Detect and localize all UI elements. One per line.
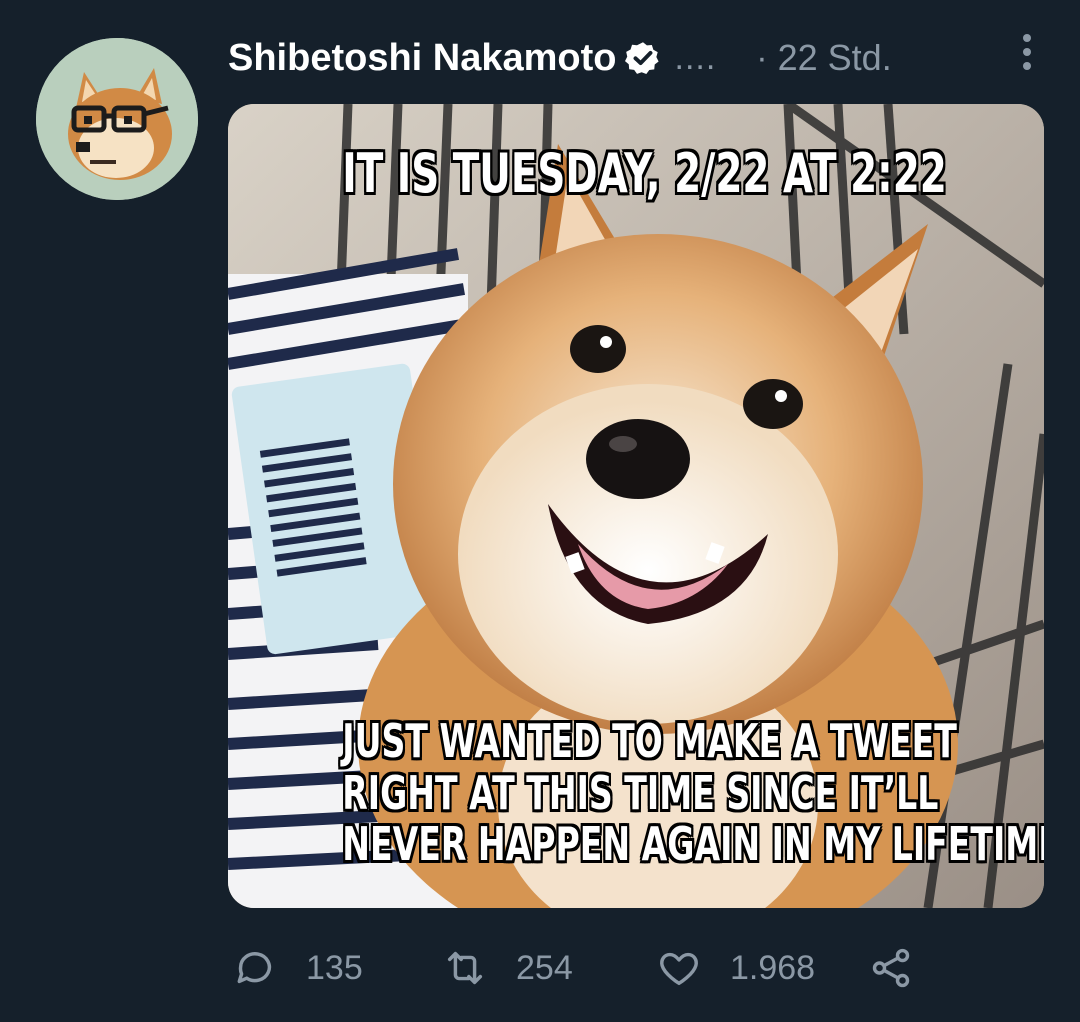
reply-button[interactable]: 135 (232, 940, 363, 996)
like-icon (660, 952, 698, 986)
like-count: 1.968 (730, 948, 816, 987)
meme-bottom-line: NEVER HAPPEN AGAIN IN MY LIFETIME (342, 817, 1044, 872)
retweet-icon (447, 951, 483, 985)
share-button[interactable] (868, 940, 914, 996)
separator-dot: · (756, 38, 768, 77)
meme-bottom-line: RIGHT AT THIS TIME SINCE IT’LL (342, 765, 939, 820)
more-options-icon[interactable] (1020, 34, 1034, 74)
reply-icon (237, 952, 272, 984)
retweet-count: 254 (516, 948, 573, 987)
reply-count: 135 (306, 948, 363, 987)
author-handle[interactable]: .... (675, 39, 717, 78)
tweet-header: Shibetoshi Nakamoto .... · 22 Std. (228, 30, 1040, 86)
tweet-media-image[interactable]: IT IS TUESDAY, 2/22 AT 2:22 JUST WANTED … (228, 104, 1044, 908)
tweet-actions: 135 254 1.968 (232, 940, 932, 996)
meme-top-text: IT IS TUESDAY, 2/22 AT 2:22 (342, 142, 947, 205)
author-name[interactable]: Shibetoshi Nakamoto (228, 37, 617, 80)
meme-bottom-line: JUST WANTED TO MAKE A TWEET (342, 714, 957, 768)
retweet-button[interactable]: 254 (442, 940, 573, 996)
tweet[interactable]: Shibetoshi Nakamoto .... · 22 Std. IT IS… (0, 0, 1080, 1022)
doge-avatar-image (36, 38, 198, 200)
verified-badge-icon (624, 40, 661, 76)
tweet-timestamp[interactable]: 22 Std. (778, 37, 892, 79)
like-button[interactable]: 1.968 (656, 940, 815, 996)
meme-bottom-text: JUST WANTED TO MAKE A TWEET RIGHT AT THI… (342, 714, 1044, 872)
avatar[interactable] (36, 38, 198, 200)
share-icon (872, 948, 910, 988)
